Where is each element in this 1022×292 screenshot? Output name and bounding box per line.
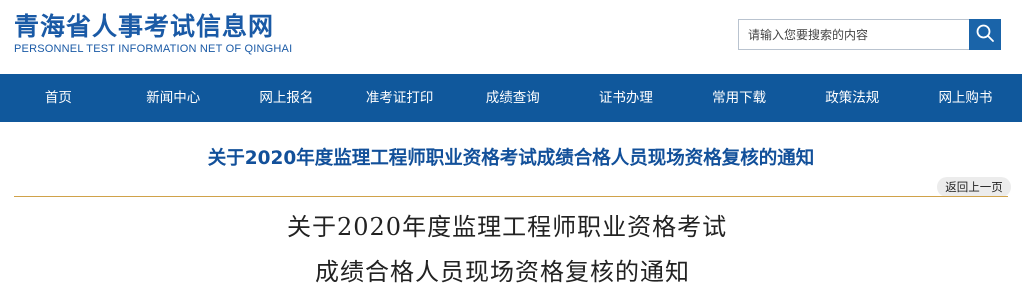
document-heading-line-1: 关于2020年度监理工程师职业资格考试 — [287, 213, 728, 241]
main-nav: 首页 新闻中心 网上报名 准考证打印 成绩查询 证书办理 常用下载 政策法规 网… — [0, 74, 1022, 122]
nav-item-admission-ticket[interactable]: 准考证打印 — [343, 74, 456, 122]
search-button[interactable] — [969, 19, 1001, 50]
site-header: 青海省人事考试信息网 PERSONNEL TEST INFORMATION NE… — [0, 0, 1022, 74]
nav-item-online-registration[interactable]: 网上报名 — [230, 74, 343, 122]
nav-item-home[interactable]: 首页 — [0, 74, 117, 122]
nav-item-downloads[interactable]: 常用下载 — [683, 74, 796, 122]
search-icon — [975, 23, 995, 46]
search-input[interactable] — [738, 19, 970, 50]
back-button[interactable]: 返回上一页 — [937, 177, 1011, 197]
nav-item-score-query[interactable]: 成绩查询 — [456, 74, 569, 122]
logo-subtitle: PERSONNEL TEST INFORMATION NET OF QINGHA… — [14, 43, 293, 55]
logo-title: 青海省人事考试信息网 — [14, 12, 275, 41]
title-divider — [14, 196, 1008, 197]
nav-item-bookstore[interactable]: 网上购书 — [909, 74, 1022, 122]
search-box — [738, 19, 1001, 50]
document-heading-line-2: 成绩合格人员现场资格复核的通知 — [315, 258, 690, 286]
article-title: 关于2020年度监理工程师职业资格考试成绩合格人员现场资格复核的通知 — [207, 148, 815, 169]
nav-item-certificate[interactable]: 证书办理 — [569, 74, 682, 122]
nav-item-policies[interactable]: 政策法规 — [796, 74, 909, 122]
nav-item-news[interactable]: 新闻中心 — [117, 74, 230, 122]
site-logo[interactable]: 青海省人事考试信息网 PERSONNEL TEST INFORMATION NE… — [14, 12, 292, 56]
